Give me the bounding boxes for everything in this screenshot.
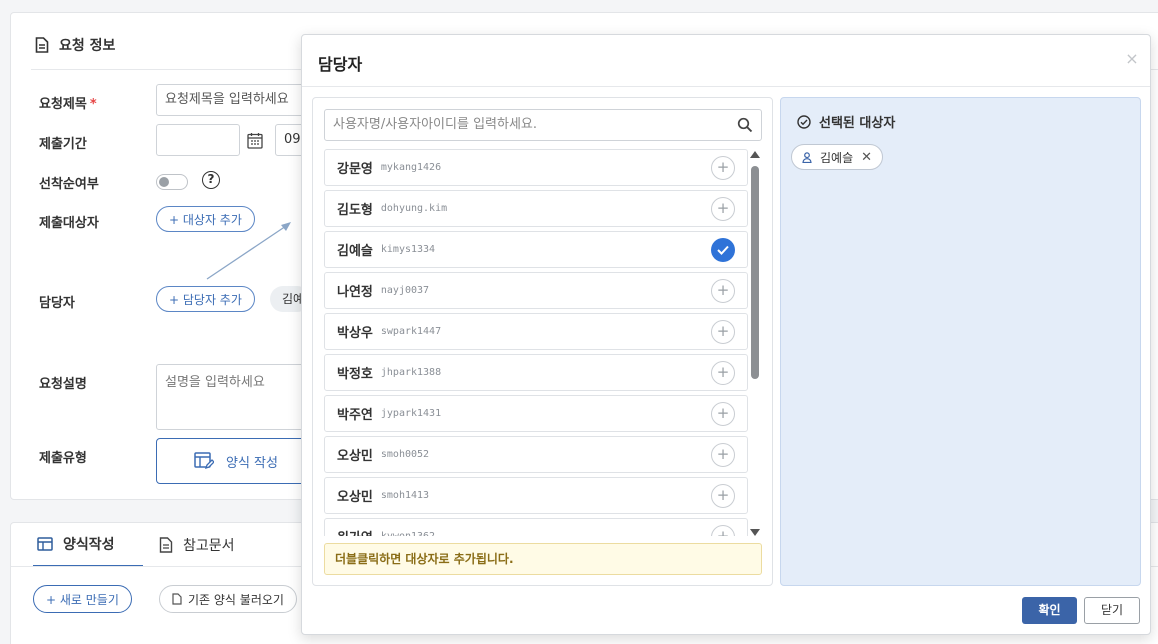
selected-users-header: 선택된 대상자 xyxy=(797,112,895,131)
user-id: mykang1426 xyxy=(380,162,442,173)
tab-form-write-label: 양식작성 xyxy=(63,537,115,553)
user-row[interactable]: 박상우 swpark1447 + xyxy=(324,313,748,350)
label-description: 요청설명 xyxy=(39,377,87,392)
tab-reference-docs-label: 참고문서 xyxy=(183,538,235,554)
required-mark: * xyxy=(89,97,97,112)
load-form-label: 기존 양식 불러오기 xyxy=(188,592,284,607)
double-click-hint: 더블클릭하면 대상자로 추가됩니다. xyxy=(324,543,762,575)
selected-user-name: 김예슬 xyxy=(820,150,854,165)
user-name: 오상민 xyxy=(337,449,373,464)
user-row[interactable]: 나연정 nayj0037 + xyxy=(324,272,748,309)
user-id: jhpark1388 xyxy=(380,367,442,378)
user-name: 박주연 xyxy=(337,408,373,423)
scroll-down-icon[interactable] xyxy=(750,529,760,536)
modal-title: 담당자 xyxy=(318,55,363,74)
scroll-thumb[interactable] xyxy=(751,166,759,379)
label-period: 제출기간 xyxy=(39,137,87,152)
plus-icon[interactable]: + xyxy=(711,402,735,426)
user-search-input[interactable]: 사용자명/사용자아이디를 입력하세요. xyxy=(324,109,762,141)
user-id: swpark1447 xyxy=(380,326,442,337)
form-write-button[interactable]: 양식 작성 xyxy=(156,438,316,484)
user-id: kywon1362 xyxy=(381,531,435,536)
user-id: smoh1413 xyxy=(380,490,430,501)
plus-icon[interactable]: + xyxy=(711,279,735,303)
form-write-label: 양식 작성 xyxy=(226,455,278,471)
search-placeholder: 사용자명/사용자아이디를 입력하세요. xyxy=(333,117,538,132)
user-name: 박상우 xyxy=(337,326,373,341)
help-icon[interactable]: ? xyxy=(202,171,220,189)
plus-icon[interactable]: + xyxy=(711,156,735,180)
label-submit-type: 제출유형 xyxy=(39,451,87,466)
user-id: nayj0037 xyxy=(380,285,430,296)
user-row[interactable]: 오상민 smoh1413 + xyxy=(324,477,748,514)
new-form-button[interactable]: + 새로 만들기 xyxy=(33,585,132,613)
selected-users-panel: 선택된 대상자 김예슬 ✕ xyxy=(780,97,1141,586)
load-form-button[interactable]: 기존 양식 불러오기 xyxy=(159,585,297,613)
plus-icon[interactable]: + xyxy=(711,484,735,508)
user-search-panel: 사용자명/사용자아이디를 입력하세요. 강문영 mykang1426 + 김도형 doh… xyxy=(312,97,773,586)
file-icon xyxy=(172,593,182,605)
check-icon[interactable] xyxy=(711,238,735,262)
user-row[interactable]: 박정호 jhpark1388 + xyxy=(324,354,748,391)
label-targets: 제출대상자 xyxy=(39,216,99,231)
user-name: 오상민 xyxy=(337,490,373,505)
plus-icon[interactable]: + xyxy=(711,197,735,221)
close-icon[interactable]: × xyxy=(1124,51,1140,67)
plus-icon[interactable]: + xyxy=(711,525,735,536)
plus-icon[interactable]: + xyxy=(711,361,735,385)
form-edit-icon xyxy=(194,452,214,470)
user-id: jypark1431 xyxy=(380,408,442,419)
close-button[interactable]: 닫기 xyxy=(1084,597,1140,624)
section-title: 요청 정보 xyxy=(59,38,116,54)
annotation-arrow xyxy=(206,222,291,280)
description-input[interactable]: 설명을 입력하세요 xyxy=(156,364,316,430)
tab-form-write[interactable]: 양식작성 xyxy=(33,523,143,567)
user-row[interactable]: 오상민 smoh0052 + xyxy=(324,436,748,473)
user-name: 원가연 xyxy=(337,527,373,536)
user-name: 강문영 xyxy=(337,162,373,177)
scroll-up-icon[interactable] xyxy=(750,151,760,158)
manager-modal: 담당자 × 사용자명/사용자아이디를 입력하세요. 강문영 mykang1426 +… xyxy=(301,34,1151,635)
table-icon xyxy=(37,537,53,551)
selected-user-chip[interactable]: 김예슬 ✕ xyxy=(791,144,884,170)
plus-icon[interactable]: + xyxy=(711,443,735,467)
user-list: 강문영 mykang1426 + 김도형 dohyung.kim + 김예슬 kimys133… xyxy=(324,149,748,536)
user-row[interactable]: 강문영 mykang1426 + xyxy=(324,149,748,186)
calendar-icon[interactable] xyxy=(244,127,266,153)
confirm-button[interactable]: 확인 xyxy=(1022,597,1077,624)
user-list-scrollbar[interactable] xyxy=(749,149,761,538)
label-first-come: 선착순여부 xyxy=(39,177,99,192)
user-row[interactable]: 박주연 jypark1431 + xyxy=(324,395,748,432)
modal-divider xyxy=(302,86,1150,87)
user-row[interactable]: 원가연 kywon1362 + xyxy=(324,518,748,536)
user-id: smoh0052 xyxy=(380,449,430,460)
user-row[interactable]: 김예슬 kimys1334 xyxy=(324,231,748,268)
user-name: 김도형 xyxy=(337,203,373,218)
document-icon xyxy=(35,37,49,53)
first-come-toggle[interactable] xyxy=(156,174,188,190)
plus-icon[interactable]: + xyxy=(711,320,735,344)
check-circle-icon xyxy=(797,114,811,129)
user-name: 박정호 xyxy=(337,367,373,382)
add-manager-button[interactable]: + 담당자 추가 xyxy=(156,286,255,312)
user-icon xyxy=(802,151,812,163)
label-title: 요청제목 * xyxy=(39,97,97,112)
user-id: dohyung.kim xyxy=(380,203,448,214)
user-id: kimys1334 xyxy=(380,244,436,255)
label-managers: 담당자 xyxy=(39,296,75,311)
selected-users-title: 선택된 대상자 xyxy=(819,116,896,131)
user-name: 김예슬 xyxy=(337,244,373,259)
search-icon[interactable] xyxy=(737,117,753,133)
user-name: 나연정 xyxy=(337,285,373,300)
remove-icon[interactable]: ✕ xyxy=(861,150,872,165)
user-row[interactable]: 김도형 dohyung.kim + xyxy=(324,190,748,227)
document-icon xyxy=(159,537,173,553)
section-header: 요청 정보 xyxy=(35,35,115,55)
tab-reference-docs[interactable]: 참고문서 xyxy=(159,523,235,567)
start-date-input[interactable] xyxy=(156,124,240,156)
title-input[interactable]: 요청제목을 입력하세요 xyxy=(156,84,316,116)
